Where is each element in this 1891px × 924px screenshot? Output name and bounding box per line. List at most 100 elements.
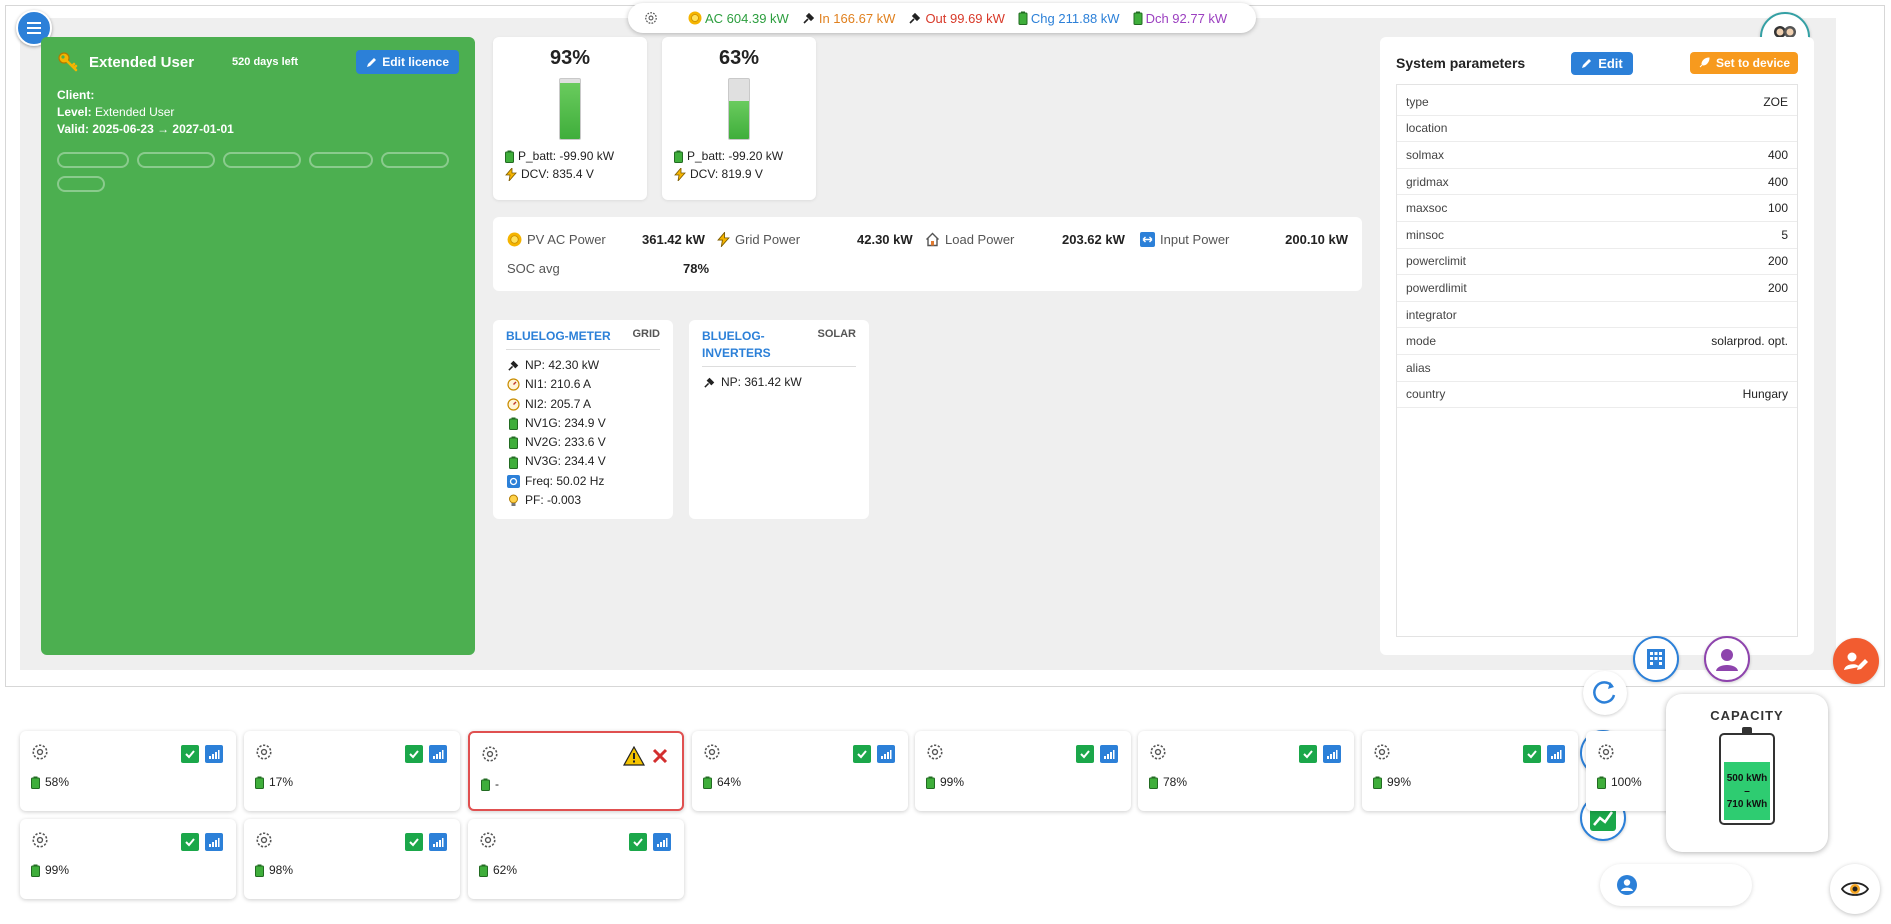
ac-value: AC 604.39 kW — [705, 10, 789, 26]
param-row: powerdlimit 200 — [1397, 275, 1797, 302]
check-icon — [629, 833, 647, 851]
battery-icon — [926, 776, 935, 789]
param-key: maxsoc — [1406, 201, 1448, 216]
level-value: Extended User — [95, 105, 175, 119]
signal-icon — [1100, 745, 1118, 763]
building-button[interactable] — [1633, 636, 1679, 682]
param-row: type ZOE — [1397, 89, 1797, 116]
inverter-unit-card[interactable]: 99% — [20, 819, 236, 899]
gauge-icon — [506, 398, 520, 411]
battery-level-fill — [560, 83, 580, 139]
check-icon — [1076, 745, 1094, 763]
grid-power-label: Grid Power — [735, 231, 801, 247]
edit-licence-label: Edit licence — [382, 55, 449, 69]
inverters-row: NP: 361.42 kW — [721, 375, 802, 389]
device-name[interactable]: BLUELOG- INVERTERS — [702, 328, 771, 362]
battery-icon — [481, 778, 490, 791]
inverter-unit-card[interactable]: 99% — [915, 731, 1131, 811]
device-name[interactable]: BLUELOG-METER — [506, 328, 611, 345]
inverter-unit-card[interactable]: 99% — [1362, 731, 1578, 811]
capacity-title: CAPACITY — [1710, 708, 1784, 723]
gear-icon[interactable] — [644, 11, 658, 25]
param-row: maxsoc 100 — [1397, 195, 1797, 222]
meter-device-card[interactable]: BLUELOG-METER GRID NP: 42.30 kW NI1: 210… — [493, 320, 673, 519]
battery-level-gauge — [728, 78, 750, 140]
edit-licence-button[interactable]: Edit licence — [356, 50, 459, 74]
unit-soc: 99% — [45, 863, 70, 877]
gear-icon — [256, 832, 272, 848]
soc-avg-label: SOC avg — [507, 260, 560, 276]
power-summary: PV AC Power 361.42 kW Grid Power 42.30 k… — [493, 217, 1362, 291]
inverter-unit-card[interactable]: - — [468, 731, 684, 811]
inverter-unit-card[interactable]: 58% — [20, 731, 236, 811]
inverter-unit-card[interactable]: 100% — [1586, 731, 1676, 811]
gear-icon — [704, 744, 720, 760]
battery-icon — [505, 150, 514, 163]
signal-icon — [1547, 745, 1565, 763]
inverters-device-card[interactable]: BLUELOG- INVERTERS SOLAR NP: 361.42 kW — [689, 320, 869, 519]
meter-row: NI1: 210.6 A — [525, 377, 592, 392]
house-icon — [926, 232, 939, 246]
battery-percent: 63% — [718, 47, 760, 69]
meter-row: NV1G: 234.9 V — [525, 415, 606, 430]
device-tag: SOLAR — [817, 328, 857, 340]
key-icon — [58, 52, 78, 72]
param-value: solarprod. opt. — [1711, 334, 1788, 349]
signal-icon — [429, 833, 447, 851]
visibility-button[interactable] — [1830, 864, 1880, 914]
inverter-unit-card[interactable]: 17% — [244, 731, 460, 811]
eye-icon — [1841, 882, 1869, 896]
user-profile-button[interactable] — [1704, 636, 1750, 682]
inverter-unit-card[interactable]: 78% — [1138, 731, 1354, 811]
feature-pill — [223, 152, 301, 168]
arrows-icon — [1140, 231, 1155, 247]
param-value: 100 — [1767, 201, 1788, 216]
battery-icon — [255, 864, 264, 877]
inverter-unit-card[interactable]: 62% — [468, 819, 684, 899]
param-value: Hungary — [1742, 387, 1788, 402]
inverter-unit-card[interactable]: 98% — [244, 819, 460, 899]
param-key: minsoc — [1406, 227, 1445, 242]
plug-icon — [909, 12, 921, 24]
sun-icon — [507, 232, 522, 246]
battery-icon — [1597, 776, 1606, 789]
user-pill[interactable] — [1600, 864, 1752, 906]
level-label: Level: — [57, 105, 92, 119]
chg-stat: Chg 211.88 kW — [1018, 11, 1120, 26]
building-icon — [1647, 649, 1665, 669]
meter-row: NV2G: 233.6 V — [525, 435, 606, 450]
refresh-button[interactable] — [1583, 671, 1627, 715]
battery-power: P_batt: -99.90 kW — [518, 149, 615, 163]
battery-level-fill — [729, 101, 749, 139]
param-row: solmax 400 — [1397, 142, 1797, 169]
inverter-unit-card[interactable]: 64% — [692, 731, 908, 811]
battery-icon — [31, 776, 40, 789]
edit-params-button[interactable]: Edit — [1571, 51, 1633, 75]
lightning-icon — [674, 167, 686, 181]
battery-icon — [1133, 11, 1143, 25]
capacity-line3: 710 kWh — [1726, 798, 1768, 810]
param-key: powerdlimit — [1406, 280, 1467, 295]
grid-power-value: 42.30 kW — [857, 231, 913, 247]
param-value: 400 — [1767, 174, 1788, 189]
refresh-square-icon — [506, 474, 520, 488]
out-stat: Out 99.69 kW — [908, 11, 1005, 26]
battery-cap — [1742, 727, 1752, 734]
pv-ac-power: PV AC Power — [507, 232, 642, 247]
param-row: mode solarprod. opt. — [1397, 328, 1797, 355]
load-power-label: Load Power — [945, 231, 1015, 247]
param-key: integrator — [1406, 307, 1457, 322]
edit-floating-button[interactable] — [1833, 638, 1879, 684]
feature-pill — [57, 152, 129, 168]
battery-percent: 93% — [549, 47, 591, 69]
pv-ac-power-value: 361.42 kW — [642, 231, 705, 247]
soc-avg-value: 78% — [683, 260, 710, 276]
signal-icon — [205, 745, 223, 763]
meter-row: PF: -0.003 — [525, 493, 582, 508]
unit-soc: 17% — [269, 775, 294, 789]
battery-icon — [508, 417, 518, 431]
param-row: powerclimit 200 — [1397, 249, 1797, 276]
set-to-device-button[interactable]: Set to device — [1689, 52, 1798, 74]
load-power-value: 203.62 kW — [1062, 231, 1125, 247]
user-icon — [1716, 649, 1738, 671]
